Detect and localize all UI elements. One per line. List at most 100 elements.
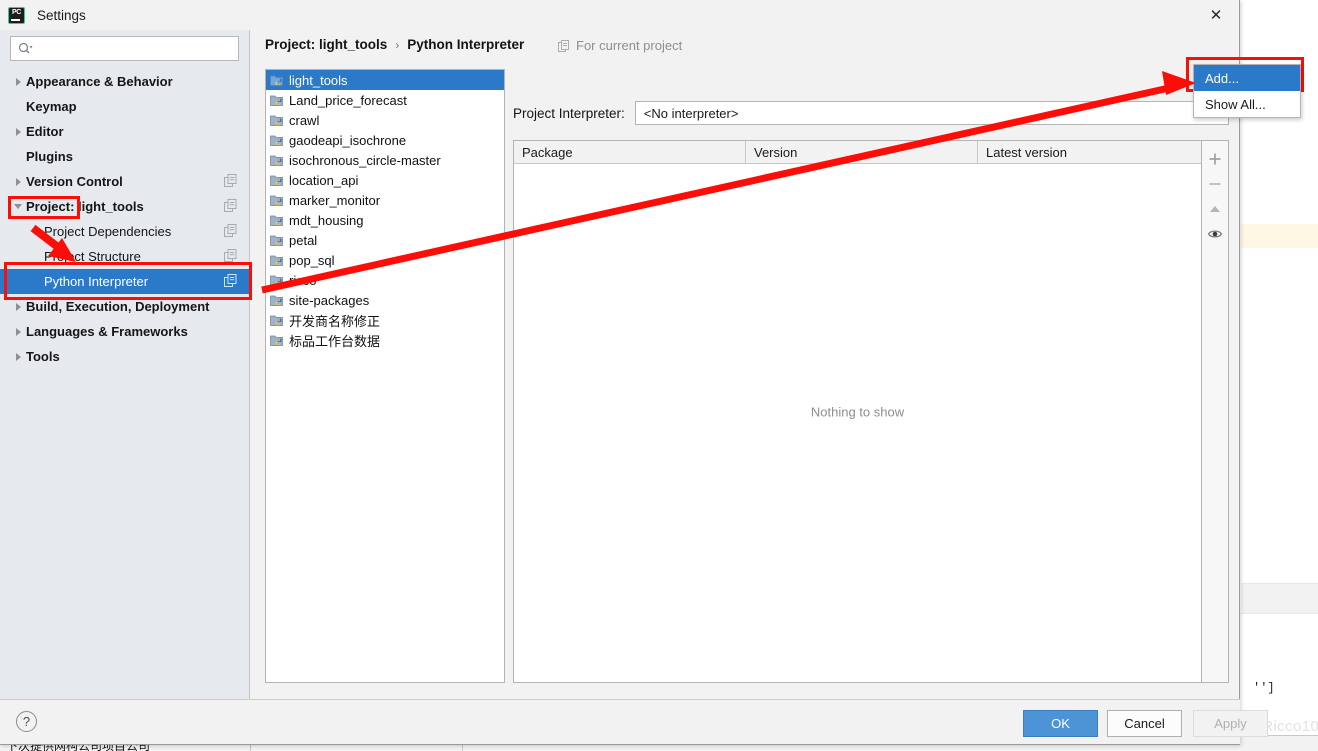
dialog-title-bar: PC Settings ✕ <box>0 0 1239 30</box>
sidebar-item-tools[interactable]: Tools <box>0 344 249 369</box>
sidebar-item-project-structure[interactable]: Project Structure <box>0 244 249 269</box>
upgrade-arrow-icon[interactable] <box>1203 196 1228 221</box>
breadcrumb-parent[interactable]: Project: light_tools <box>265 37 387 52</box>
sidebar-item-label: Languages & Frameworks <box>26 324 188 339</box>
copy-icon[interactable] <box>224 199 237 215</box>
python-project-folder-icon <box>270 73 284 87</box>
copy-icon[interactable] <box>224 224 237 240</box>
project-list-item-label: Land_price_forecast <box>289 92 407 108</box>
project-list-item-label: light_tools <box>289 72 348 88</box>
project-list-item[interactable]: ricco <box>266 270 504 290</box>
project-list-item[interactable]: 标品工作台数据 <box>266 330 504 350</box>
python-project-folder-icon <box>270 213 284 227</box>
sidebar-item-label: Version Control <box>26 174 123 189</box>
project-list-item[interactable]: site-packages <box>266 290 504 310</box>
search-input[interactable] <box>37 40 227 57</box>
sidebar-item-label: Project Structure <box>44 249 141 264</box>
minus-icon[interactable] <box>1203 171 1228 196</box>
project-list-item-label: isochronous_circle-master <box>289 152 441 168</box>
python-project-folder-icon <box>270 173 284 187</box>
scope-note: For current project <box>558 38 682 53</box>
close-icon[interactable]: ✕ <box>1193 0 1239 30</box>
pycharm-icon-bar <box>11 18 20 21</box>
breadcrumb: Project: light_tools › Python Interprete… <box>265 37 524 52</box>
sidebar-item-label: Build, Execution, Deployment <box>26 299 210 314</box>
sidebar-item-python-interpreter[interactable]: Python Interpreter <box>0 269 249 294</box>
sidebar-item-label: Python Interpreter <box>44 274 149 289</box>
project-list-item[interactable]: 开发商名称修正 <box>266 310 504 330</box>
chevron-right-icon[interactable] <box>10 327 26 336</box>
python-project-folder-icon <box>270 133 284 147</box>
chevron-down-icon[interactable] <box>10 204 26 209</box>
sidebar-item-label: Tools <box>26 349 60 364</box>
sidebar-item-keymap[interactable]: Keymap <box>0 94 249 119</box>
sidebar-item-languages-frameworks[interactable]: Languages & Frameworks <box>0 319 249 344</box>
interpreter-select[interactable]: <No interpreter> <box>634 101 1229 125</box>
packages-toolbar <box>1202 140 1229 683</box>
project-list-item[interactable]: light_tools <box>266 70 504 90</box>
sidebar-item-project-dependencies[interactable]: Project Dependencies <box>0 219 249 244</box>
breadcrumb-separator: › <box>395 37 400 52</box>
project-list-item[interactable]: crawl <box>266 110 504 130</box>
python-project-folder-icon <box>270 233 284 247</box>
eye-icon[interactable] <box>1203 221 1228 246</box>
screen: ''] https://blog.csdn.net/Ricco1010 下次提供… <box>0 0 1318 751</box>
background-highlight-strip <box>1241 224 1318 248</box>
project-list-item-label: site-packages <box>289 292 370 308</box>
search-box[interactable] <box>10 36 239 61</box>
pycharm-icon-text: PC <box>11 8 22 16</box>
chevron-right-icon[interactable] <box>10 302 26 311</box>
project-list-item[interactable]: pop_sql <box>266 250 504 270</box>
sidebar-item-label: Project Dependencies <box>44 224 172 239</box>
sidebar-item-build-execution-deployment[interactable]: Build, Execution, Deployment <box>0 294 249 319</box>
sidebar-item-appearance-behavior[interactable]: Appearance & Behavior <box>0 69 249 94</box>
sidebar-item-editor[interactable]: Editor <box>0 119 249 144</box>
python-project-folder-icon <box>270 293 284 307</box>
project-list-item[interactable]: location_api <box>266 170 504 190</box>
interpreter-add-menu: Add... Show All... <box>1193 64 1301 118</box>
ok-button[interactable]: OK <box>1023 710 1098 737</box>
sidebar-item-version-control[interactable]: Version Control <box>0 169 249 194</box>
project-list-item[interactable]: Land_price_forecast <box>266 90 504 110</box>
copy-icon[interactable] <box>224 274 237 290</box>
chevron-right-icon[interactable] <box>10 177 26 186</box>
settings-content: Project: light_tools › Python Interprete… <box>251 30 1239 699</box>
background-rule-2 <box>1241 613 1318 614</box>
project-list-item-label: petal <box>289 232 318 248</box>
project-list-item[interactable]: marker_monitor <box>266 190 504 210</box>
project-list-item-label: marker_monitor <box>289 192 381 208</box>
packages-column-header[interactable]: Latest version <box>978 141 1201 163</box>
project-list-item[interactable]: mdt_housing <box>266 210 504 230</box>
chevron-right-icon[interactable] <box>10 352 26 361</box>
packages-column-header[interactable]: Version <box>746 141 978 163</box>
packages-column-header[interactable]: Package <box>514 141 746 163</box>
copy-icon[interactable] <box>224 174 237 190</box>
empty-state-text: Nothing to show <box>810 404 905 419</box>
python-project-folder-icon <box>270 273 284 287</box>
help-button[interactable]: ? <box>16 711 37 732</box>
chevron-right-icon[interactable] <box>10 77 26 86</box>
sidebar-item-project-light-tools[interactable]: Project: light_tools <box>0 194 249 219</box>
apply-button[interactable]: Apply <box>1193 710 1268 737</box>
dialog-footer: ? OK Cancel Apply <box>0 699 1268 744</box>
background-code-text: ''] <box>1253 681 1275 695</box>
project-list-item[interactable]: petal <box>266 230 504 250</box>
plus-icon[interactable] <box>1203 146 1228 171</box>
project-list[interactable]: light_tools Land_price_forecastcrawl gaode… <box>265 69 505 683</box>
menu-item-add[interactable]: Add... <box>1194 65 1300 91</box>
project-list-item-label: 开发商名称修正 <box>289 313 381 329</box>
project-list-item[interactable]: gaodeapi_isochrone <box>266 130 504 150</box>
sidebar-item-plugins[interactable]: Plugins <box>0 144 249 169</box>
menu-item-show-all[interactable]: Show All... <box>1194 91 1300 117</box>
dialog-title: Settings <box>37 7 86 23</box>
settings-sidebar: Appearance & Behavior Keymap Editor Plugins… <box>0 30 250 699</box>
settings-tree: Appearance & Behavior Keymap Editor Plugins… <box>0 69 249 369</box>
interpreter-label: Project Interpreter: <box>513 105 625 121</box>
chevron-right-icon[interactable] <box>10 127 26 136</box>
project-list-item-label: crawl <box>289 112 320 128</box>
copy-icon[interactable] <box>224 249 237 265</box>
python-project-folder-icon <box>270 253 284 267</box>
project-list-item[interactable]: isochronous_circle-master <box>266 150 504 170</box>
cancel-button[interactable]: Cancel <box>1107 710 1182 737</box>
python-project-folder-icon <box>270 93 284 107</box>
